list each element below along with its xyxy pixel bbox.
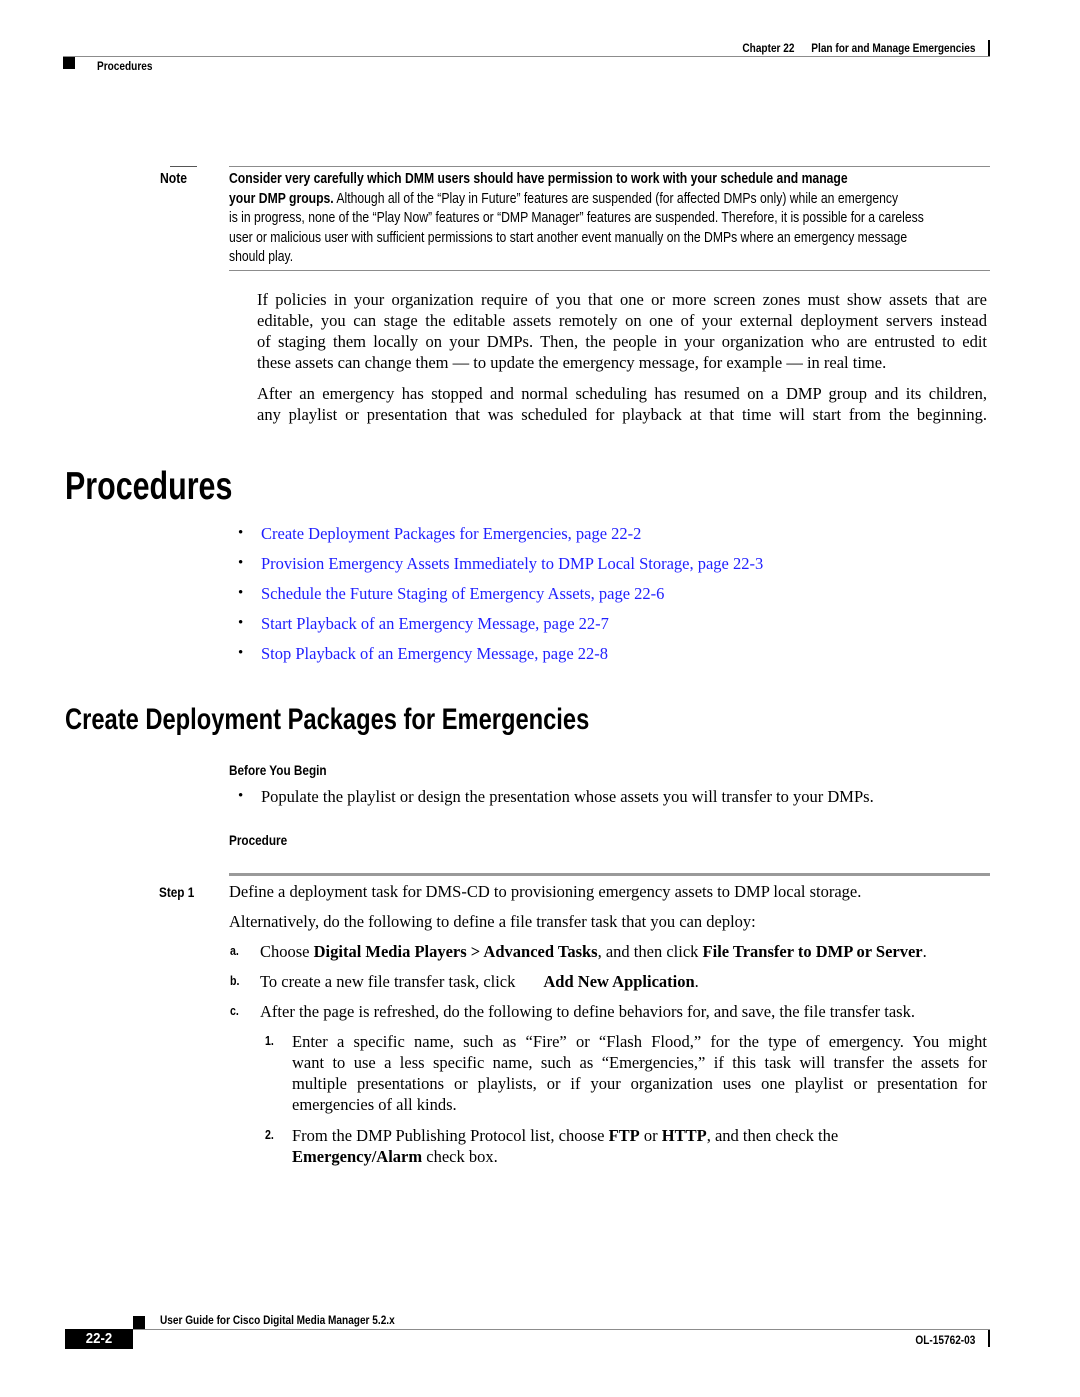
- ui-add-new-application: Add New Application: [543, 972, 695, 991]
- footer-doc-id: OL-15762-03: [915, 1333, 975, 1347]
- link-stop-playback[interactable]: Stop Playback of an Emergency Message, p…: [261, 643, 608, 664]
- note-line-4: user or malicious user with sufficient p…: [229, 229, 908, 246]
- paragraph-line: After an emergency has stopped and norma…: [257, 384, 987, 403]
- paragraph-line: editable, you can stage the editable ass…: [257, 311, 987, 330]
- ui-ftp: FTP: [608, 1126, 640, 1145]
- running-header-chapter: Chapter 22 Plan for and Manage Emergencie…: [698, 39, 975, 57]
- note-emphasis: your DMP groups.: [229, 190, 334, 207]
- link-create-deployment-packages[interactable]: Create Deployment Packages for Emergenci…: [261, 523, 641, 544]
- paragraph-line: If policies in your organization require…: [257, 290, 987, 309]
- item-1-label: 1.: [265, 1034, 274, 1048]
- paragraph-line: any playlist or presentation that was sc…: [257, 405, 987, 424]
- bullet-icon: •: [238, 525, 244, 541]
- item-2-text: From the DMP Publishing Protocol list, c…: [292, 1125, 838, 1167]
- intro-paragraph-1: If policies in your organization require…: [257, 289, 987, 373]
- text: Choose: [260, 942, 314, 961]
- text: .: [922, 942, 927, 961]
- note-bottom-rule: [229, 270, 990, 271]
- page-number-badge: 22-2: [65, 1329, 133, 1349]
- text: check box.: [422, 1147, 498, 1166]
- procedure-rule: [229, 873, 990, 876]
- item-2-label: 2.: [265, 1128, 274, 1142]
- link-schedule-future-staging[interactable]: Schedule the Future Staging of Emergency…: [261, 583, 664, 604]
- step-1-alternative: Alternatively, do the following to defin…: [229, 912, 756, 931]
- text: From the DMP Publishing Protocol list, c…: [292, 1126, 609, 1145]
- bullet-icon: •: [238, 585, 244, 601]
- page-number: 22-2: [85, 1330, 113, 1347]
- item-line: want to use a less specific name, such a…: [292, 1053, 987, 1072]
- bullet-icon: •: [238, 615, 244, 631]
- footer-rule: [133, 1329, 990, 1330]
- ui-path-digital-media-players: Digital Media Players > Advanced Tasks: [313, 942, 598, 961]
- header-section-label: Procedures: [97, 59, 153, 73]
- document-page: Chapter 22 Plan for and Manage Emergencie…: [0, 0, 1080, 1397]
- note-label-rule: [170, 166, 197, 167]
- note-line-5: should play.: [229, 249, 294, 265]
- item-1-text: Enter a specific name, such as “Fire” or…: [292, 1031, 987, 1115]
- link-start-playback[interactable]: Start Playback of an Emergency Message, …: [261, 613, 609, 634]
- note-body: Consider very carefully which DMM users …: [229, 170, 1056, 268]
- item-line: multiple presentations or playlists, or …: [292, 1074, 987, 1093]
- section-heading-text: Create Deployment Packages for Emergenci…: [65, 703, 590, 736]
- text: or: [639, 1126, 662, 1145]
- ui-file-transfer-option: File Transfer to DMP or Server: [702, 942, 923, 961]
- substep-b-text: To create a new file transfer task, clic…: [260, 971, 699, 992]
- step-1-label: Step 1: [159, 884, 195, 900]
- running-header-section: Procedures: [97, 57, 163, 75]
- ui-emergency-alarm-checkbox: Emergency/Alarm: [292, 1147, 423, 1166]
- note-top-rule: [229, 166, 990, 167]
- note-text: Although all of the “Play in Future” fea…: [333, 190, 899, 207]
- chapter-number: Chapter 22: [741, 41, 795, 55]
- procedures-heading: Procedures: [65, 467, 280, 506]
- step-1-text: Define a deployment task for DMS-CD to p…: [229, 882, 862, 901]
- substep-c-label: c.: [230, 1004, 239, 1018]
- header-rule: [63, 56, 990, 57]
- bullet-icon: •: [238, 645, 244, 661]
- paragraph-line: these assets can change them — to update…: [257, 353, 887, 372]
- substep-a-label: a.: [230, 944, 239, 958]
- footer-vertical-bar: [988, 1330, 990, 1347]
- substep-a-text: Choose Digital Media Players > Advanced …: [260, 941, 927, 962]
- bullet-icon: •: [238, 788, 244, 804]
- note-label: Note: [160, 171, 188, 187]
- substep-b-label: b.: [230, 974, 240, 988]
- intro-paragraph-2: After an emergency has stopped and norma…: [257, 383, 987, 425]
- link-provision-emergency-assets[interactable]: Provision Emergency Assets Immediately t…: [261, 553, 763, 574]
- substep-c-text: After the page is refreshed, do the foll…: [260, 1002, 915, 1021]
- bullet-icon: •: [238, 555, 244, 571]
- header-section-marker: [63, 57, 75, 69]
- text: .: [694, 972, 699, 991]
- note-line-2: your DMP groups. Although all of the “Pl…: [229, 190, 898, 210]
- item-line: Enter a specific name, such as “Fire” or…: [292, 1032, 987, 1051]
- text: , and then click: [597, 942, 703, 961]
- note-line-3: is in progress, none of the “Play Now” f…: [229, 210, 924, 226]
- procedure-label: Procedure: [229, 832, 288, 848]
- chapter-title: Plan for and Manage Emergencies: [810, 41, 975, 55]
- note-line-1: Consider very carefully which DMM users …: [229, 171, 848, 187]
- ui-http: HTTP: [661, 1126, 707, 1145]
- procedures-heading-text: Procedures: [65, 465, 233, 508]
- before-you-begin-label: Before You Begin: [229, 762, 327, 778]
- header-vertical-bar: [988, 40, 990, 57]
- text: , and then check the: [706, 1126, 839, 1145]
- footer-guide-title: User Guide for Cisco Digital Media Manag…: [160, 1313, 395, 1327]
- paragraph-line: of staging them locally on your DMPs. Th…: [257, 332, 987, 351]
- item-line: emergencies of all kinds.: [292, 1095, 457, 1114]
- footer-marker: [133, 1316, 145, 1329]
- prerequisite-item: Populate the playlist or design the pres…: [261, 787, 874, 806]
- section-heading: Create Deployment Packages for Emergenci…: [65, 705, 729, 735]
- text: To create a new file transfer task, clic…: [260, 972, 516, 991]
